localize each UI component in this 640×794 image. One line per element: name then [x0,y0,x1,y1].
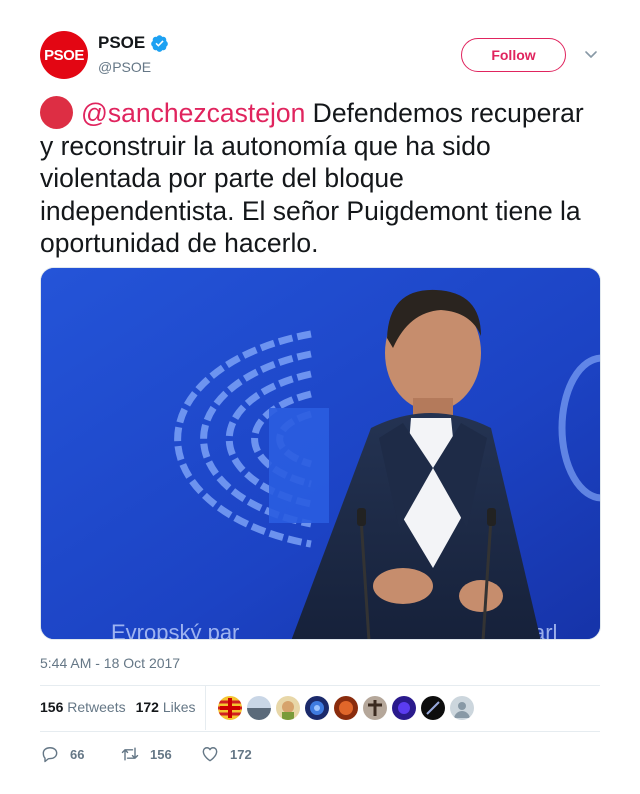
liker-avatar[interactable] [247,696,271,720]
red-circle-emoji-icon [40,96,73,129]
display-name[interactable]: PSOE [98,33,145,53]
account-handle[interactable]: @PSOE [98,59,151,75]
photo-banner-text: Evropský par [111,620,239,640]
follow-button[interactable]: Follow [461,38,566,72]
like-count: 172 [230,746,252,762]
liker-avatar[interactable] [218,696,242,720]
photo-illustration: Evropský par -Parl [41,268,600,640]
liker-avatar[interactable] [363,696,387,720]
verified-badge-icon [151,34,169,52]
divider-bottom [40,731,600,732]
default-avatar-icon[interactable] [450,696,474,720]
liker-avatars [218,696,474,720]
tweet-timestamp[interactable]: 5:44 AM - 18 Oct 2017 [40,655,180,671]
liker-avatar[interactable] [421,696,445,720]
divider-top [40,685,600,686]
retweet-icon [121,747,139,761]
retweets-count: 156 [40,699,64,715]
reply-button[interactable]: 66 [40,744,120,764]
like-button[interactable]: 172 [200,744,280,764]
likes-count: 172 [135,699,159,715]
stats-separator [205,686,206,730]
liker-avatar[interactable] [334,696,358,720]
retweet-count: 156 [150,746,172,762]
liker-avatar[interactable] [276,696,300,720]
engagement-stats: 156 Retweets 172 Likes [40,699,196,715]
account-name-row[interactable]: PSOE [98,33,169,53]
mention-link[interactable]: @sanchezcastejon [81,98,305,128]
tweet-text: @sanchezcastejon Defendemos recuperar y … [40,96,600,260]
tweet-photo[interactable]: Evropský par -Parl [40,267,601,640]
reply-icon [42,747,58,763]
retweets-stat[interactable]: 156 Retweets [40,699,126,715]
chevron-down-icon[interactable] [583,46,599,62]
reply-count: 66 [70,746,85,762]
account-avatar[interactable]: PSOE [40,31,88,79]
likes-label: Likes [162,699,196,715]
tweet-actions: 66 156 172 [40,744,280,764]
likes-stat[interactable]: 172 Likes [136,699,196,715]
retweets-label: Retweets [67,699,126,715]
heart-icon [202,747,218,762]
liker-avatar[interactable] [305,696,329,720]
tweet-card: PSOE PSOE @PSOE Follow @sanchezcastejon … [0,0,640,794]
avatar-logo-text: PSOE [44,46,84,64]
retweet-button[interactable]: 156 [120,744,200,764]
liker-avatar[interactable] [392,696,416,720]
